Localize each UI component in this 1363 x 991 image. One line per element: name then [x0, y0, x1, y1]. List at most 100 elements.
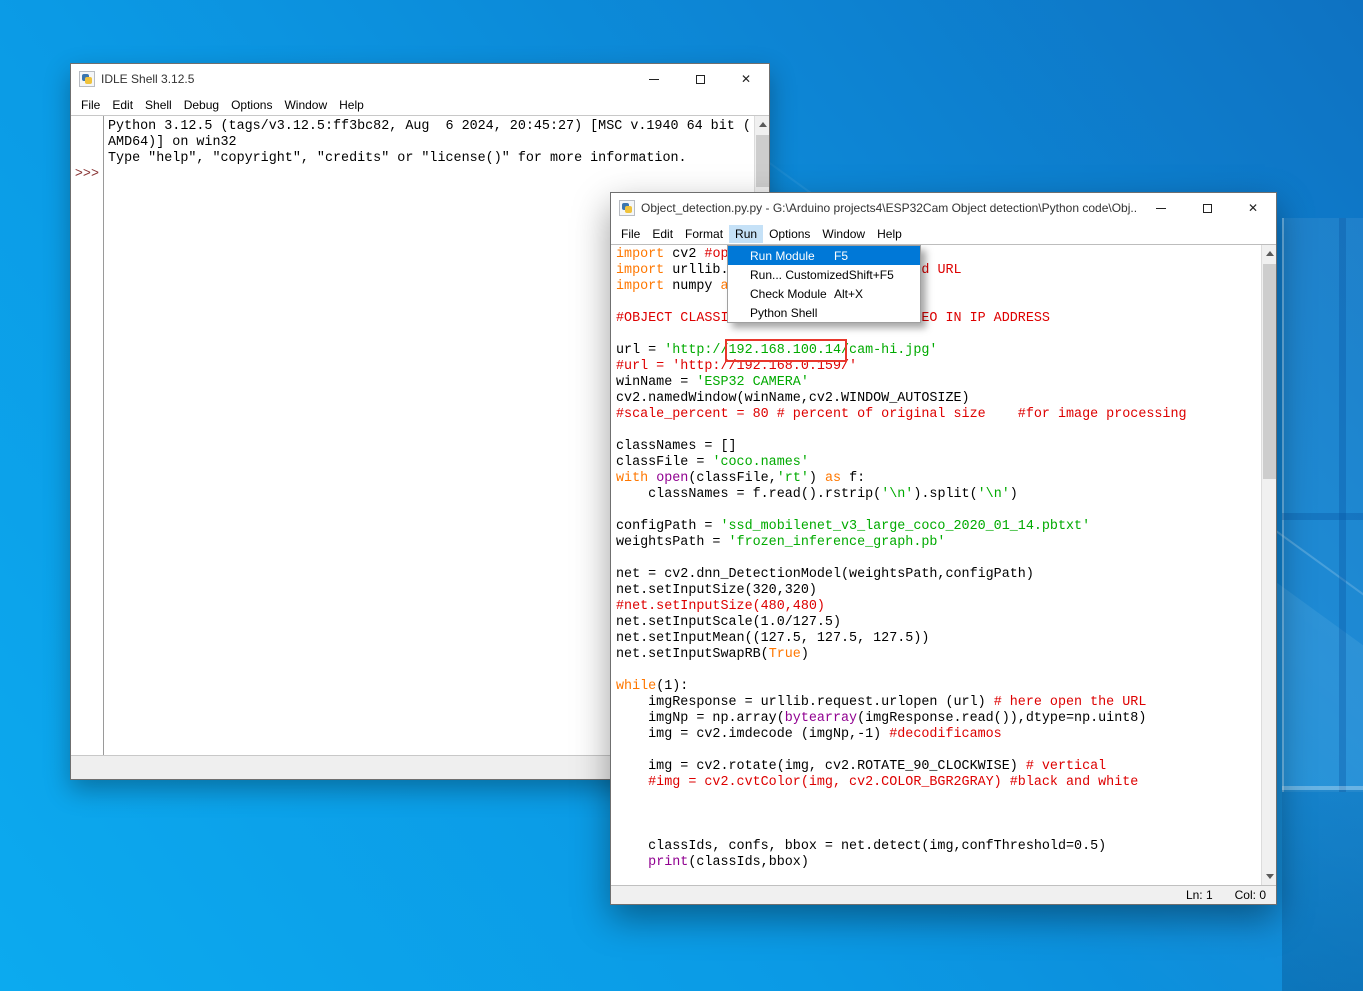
code-line: [616, 807, 1276, 823]
shell-minimize-button[interactable]: [631, 64, 677, 94]
code-line: #net.setInputSize(480,480): [616, 599, 1276, 615]
code-line: [616, 551, 1276, 567]
code-line: classNames = f.read().rstrip('\n').split…: [616, 487, 1276, 503]
editor-scrollbar[interactable]: [1261, 245, 1276, 885]
minimize-icon: [649, 79, 659, 80]
menu-item-label: Run Module: [728, 249, 834, 263]
shell-menubar: FileEditShellDebugOptionsWindowHelp: [71, 94, 769, 115]
run-menu-item-run-module[interactable]: Run ModuleF5: [728, 246, 920, 265]
run-menu-item-python-shell[interactable]: Python Shell: [728, 303, 920, 322]
code-line: url = 'http://192.168.100.14/cam-hi.jpg': [616, 343, 1276, 359]
code-line: [616, 791, 1276, 807]
code-line: #scale_percent = 80 # percent of origina…: [616, 407, 1276, 423]
editor-titlebar[interactable]: Object_detection.py.py - G:\Arduino proj…: [611, 193, 1276, 223]
status-line-indicator: Ln: 1: [1186, 888, 1213, 902]
idle-file-icon: [619, 200, 635, 216]
shell-maximize-button[interactable]: [677, 64, 723, 94]
code-line: [616, 423, 1276, 439]
code-line: net.setInputSwapRB(True): [616, 647, 1276, 663]
maximize-icon: [696, 75, 705, 84]
run-menu-item-check-module[interactable]: Check ModuleAlt+X: [728, 284, 920, 303]
code-line: classFile = 'coco.names': [616, 455, 1276, 471]
menu-format[interactable]: Format: [679, 225, 729, 243]
menu-options[interactable]: Options: [763, 225, 816, 243]
editor-menubar: FileEditFormatRunOptionsWindowHelp: [611, 223, 1276, 244]
code-line: while(1):: [616, 679, 1276, 695]
editor-window: Object_detection.py.py - G:\Arduino proj…: [610, 192, 1277, 905]
menu-edit[interactable]: Edit: [646, 225, 679, 243]
editor-window-title: Object_detection.py.py - G:\Arduino proj…: [641, 201, 1138, 215]
code-line: weightsPath = 'frozen_inference_graph.pb…: [616, 535, 1276, 551]
shell-prompt-gutter: >>>: [71, 116, 104, 755]
scroll-down-icon[interactable]: [1262, 868, 1276, 885]
run-menu-dropdown: Run ModuleF5Run... CustomizedShift+F5Che…: [727, 245, 921, 323]
code-line: classIds, confs, bbox = net.detect(img,c…: [616, 839, 1276, 855]
code-line: img = cv2.imdecode (imgNp,-1) #decodific…: [616, 727, 1276, 743]
menu-edit[interactable]: Edit: [106, 96, 139, 114]
code-line: winName = 'ESP32 CAMERA': [616, 375, 1276, 391]
close-icon: ✕: [741, 73, 751, 85]
editor-close-button[interactable]: ✕: [1230, 193, 1276, 223]
code-line: #OBJECT CLASSIFICATION WITH CAMERA VIDEO…: [616, 311, 1276, 327]
menu-file[interactable]: File: [75, 96, 106, 114]
code-line: with open(classFile,'rt') as f:: [616, 471, 1276, 487]
shell-prompt: >>>: [75, 167, 99, 183]
code-line: import urllib.request #to open and read …: [616, 263, 1276, 279]
menu-item-accelerator: Alt+X: [834, 287, 863, 301]
minimize-icon: [1156, 208, 1166, 209]
code-line: net.setInputSize(320,320): [616, 583, 1276, 599]
code-line: net = cv2.dnn_DetectionModel(weightsPath…: [616, 567, 1276, 583]
editor-text-area[interactable]: import cv2 #opencv libraryimport urllib.…: [611, 244, 1276, 885]
menu-file[interactable]: File: [615, 225, 646, 243]
idle-app-icon: [79, 71, 95, 87]
menu-shell[interactable]: Shell: [139, 96, 178, 114]
windows-logo-pane: [1282, 218, 1363, 792]
scroll-up-icon[interactable]: [755, 116, 769, 133]
code-line: [616, 663, 1276, 679]
code-line: [616, 295, 1276, 311]
code-line: #url = 'http://192.168.0.159/': [616, 359, 1276, 375]
shell-output-line: Type "help", "copyright", "credits" or "…: [108, 151, 769, 167]
editor-statusbar: Ln: 1 Col: 0: [611, 885, 1276, 904]
run-menu-item-run-customized[interactable]: Run... CustomizedShift+F5: [728, 265, 920, 284]
editor-scrollbar-thumb[interactable]: [1263, 264, 1276, 479]
maximize-icon: [1203, 204, 1212, 213]
menu-options[interactable]: Options: [225, 96, 278, 114]
menu-item-label: Run... Customized: [728, 268, 849, 282]
code-line: configPath = 'ssd_mobilenet_v3_large_coc…: [616, 519, 1276, 535]
code-editor-content[interactable]: import cv2 #opencv libraryimport urllib.…: [611, 245, 1276, 871]
shell-titlebar[interactable]: IDLE Shell 3.12.5 ✕: [71, 64, 769, 94]
menu-help[interactable]: Help: [871, 225, 908, 243]
editor-minimize-button[interactable]: [1138, 193, 1184, 223]
menu-item-accelerator: F5: [834, 249, 848, 263]
code-line: classNames = []: [616, 439, 1276, 455]
shell-close-button[interactable]: ✕: [723, 64, 769, 94]
shell-window-title: IDLE Shell 3.12.5: [101, 72, 631, 86]
windows-logo-vertical-line: [1339, 218, 1346, 792]
code-line: import numpy as np: [616, 279, 1276, 295]
windows-logo-horizontal-line: [1282, 513, 1363, 520]
code-line: [616, 503, 1276, 519]
menu-window[interactable]: Window: [278, 96, 333, 114]
menu-item-label: Check Module: [728, 287, 834, 301]
code-line: imgResponse = urllib.request.urlopen (ur…: [616, 695, 1276, 711]
menu-run[interactable]: Run: [729, 225, 763, 243]
code-line: cv2.namedWindow(winName,cv2.WINDOW_AUTOS…: [616, 391, 1276, 407]
menu-item-accelerator: Shift+F5: [849, 268, 894, 282]
menu-help[interactable]: Help: [333, 96, 370, 114]
close-icon: ✕: [1248, 202, 1258, 214]
status-col-indicator: Col: 0: [1235, 888, 1266, 902]
code-line: [616, 823, 1276, 839]
menu-window[interactable]: Window: [816, 225, 871, 243]
editor-maximize-button[interactable]: [1184, 193, 1230, 223]
code-line: img = cv2.rotate(img, cv2.ROTATE_90_CLOC…: [616, 759, 1276, 775]
wallpaper-lower-right: [1282, 790, 1363, 991]
code-line: imgNp = np.array(bytearray(imgResponse.r…: [616, 711, 1276, 727]
code-line: #img = cv2.cvtColor(img, cv2.COLOR_BGR2G…: [616, 775, 1276, 791]
code-line: [616, 743, 1276, 759]
code-line: net.setInputMean((127.5, 127.5, 127.5)): [616, 631, 1276, 647]
shell-scrollbar-thumb[interactable]: [756, 135, 769, 187]
scroll-up-icon[interactable]: [1262, 245, 1276, 262]
shell-output-line: AMD64)] on win32: [108, 135, 769, 151]
menu-debug[interactable]: Debug: [178, 96, 225, 114]
